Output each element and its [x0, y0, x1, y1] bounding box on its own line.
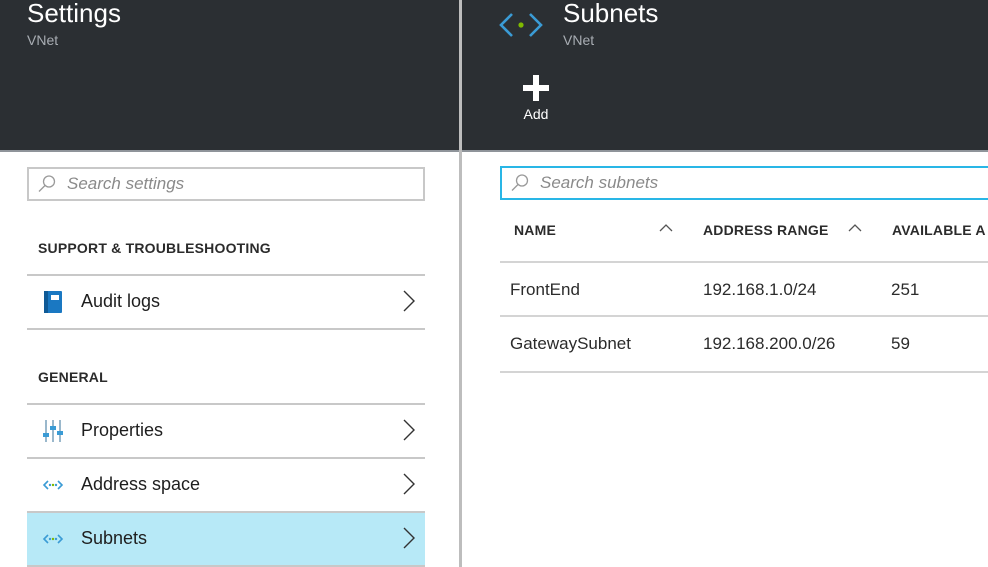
search-settings-box[interactable]: [27, 167, 425, 201]
column-header-available-addresses[interactable]: AVAILABLE A: [892, 222, 986, 238]
add-subnet-button[interactable]: Add: [518, 72, 554, 126]
search-icon: [38, 175, 56, 192]
cell-address-range: 192.168.200.0/26: [703, 334, 836, 353]
menu-item-address-space[interactable]: Address space: [27, 457, 425, 510]
audit-logs-book-icon: [44, 291, 62, 313]
search-subnets-box[interactable]: [500, 166, 988, 200]
cell-address-range: 192.168.1.0/24: [703, 280, 817, 299]
menu-item-label: Properties: [81, 420, 164, 440]
cell-name: FrontEnd: [510, 280, 580, 299]
settings-blade-title: Settings: [27, 0, 121, 28]
cell-available: 251: [891, 280, 920, 299]
settings-blade-subtitle: VNet: [27, 32, 59, 48]
properties-sliders-icon: [43, 420, 63, 442]
menu-item-label: Subnets: [81, 528, 148, 548]
menu-item-properties[interactable]: Properties: [27, 403, 425, 456]
settings-blade-header: Settings VNet: [0, 0, 460, 150]
header-divider: [0, 150, 460, 152]
menu-item-audit-logs[interactable]: Audit logs: [27, 274, 425, 330]
settings-blade: Settings VNet SUPPORT & TROUBLESHOOTING …: [0, 0, 460, 567]
subnets-blade: Subnets VNet Add NAME ADDRESS RANGE AVAI…: [462, 0, 988, 567]
sort-ascending-icon[interactable]: [848, 223, 862, 233]
search-settings-input[interactable]: [67, 174, 423, 194]
section-heading-support: SUPPORT & TROUBLESHOOTING: [38, 240, 271, 256]
chevron-right-icon: [403, 527, 415, 549]
plus-icon: [523, 75, 549, 101]
subnets-blade-title: Subnets: [563, 0, 659, 28]
search-subnets-input[interactable]: [540, 173, 988, 193]
section-heading-general: GENERAL: [38, 369, 108, 385]
column-header-name[interactable]: NAME: [514, 222, 556, 238]
cell-available: 59: [891, 334, 910, 353]
sort-ascending-icon[interactable]: [659, 223, 673, 233]
subnets-blade-subtitle: VNet: [563, 32, 595, 48]
menu-item-label: Audit logs: [81, 291, 161, 311]
virtual-network-icon: [499, 13, 543, 37]
table-row[interactable]: FrontEnd 192.168.1.0/24 251: [500, 261, 988, 317]
subnets-blade-header: Subnets VNet Add: [462, 0, 988, 150]
subnets-icon: [42, 534, 64, 544]
menu-item-label: Address space: [81, 474, 201, 494]
chevron-right-icon: [403, 473, 415, 495]
chevron-right-icon: [403, 419, 415, 441]
menu-item-subnets[interactable]: Subnets: [27, 511, 425, 567]
cell-name: GatewaySubnet: [510, 334, 631, 353]
address-space-icon: [42, 480, 64, 490]
column-header-address-range[interactable]: ADDRESS RANGE: [703, 222, 829, 238]
table-row[interactable]: GatewaySubnet 192.168.200.0/26 59: [500, 315, 988, 373]
search-icon: [511, 174, 529, 191]
header-divider: [462, 150, 988, 152]
chevron-right-icon: [403, 290, 415, 312]
add-button-label: Add: [523, 106, 549, 122]
